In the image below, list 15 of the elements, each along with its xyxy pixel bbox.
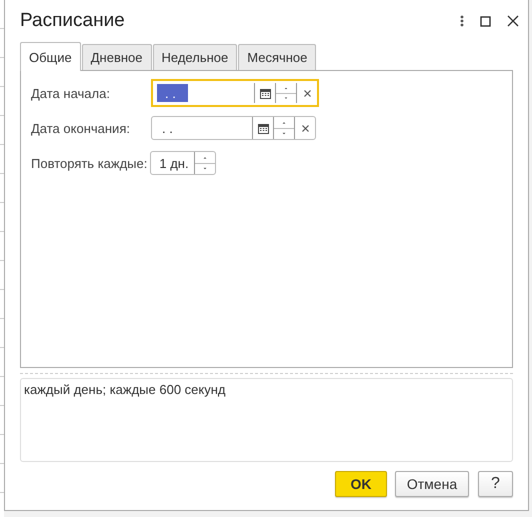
window-title: Расписание [20, 10, 126, 32]
number-field[interactable]: 1 дн. [150, 151, 216, 175]
tab[interactable]: Общие [20, 42, 81, 71]
field-label: Дата начала: [31, 86, 111, 100]
help-button[interactable]: ? [478, 471, 513, 497]
ok-button[interactable]: OK [335, 471, 387, 497]
summary-text: каждый день; каждые 600 секунд [20, 378, 513, 462]
field-label: Дата окончания: [31, 120, 131, 136]
field-label: Повторять каждые: [31, 156, 148, 170]
tab[interactable]: Месячное [238, 44, 316, 70]
date-field[interactable]: . . [151, 79, 319, 107]
cancel-button[interactable]: Отмена [395, 471, 469, 497]
tab[interactable]: Дневное [82, 44, 152, 70]
date-field[interactable]: . . [151, 116, 316, 140]
tab[interactable]: Недельное [152, 44, 238, 70]
